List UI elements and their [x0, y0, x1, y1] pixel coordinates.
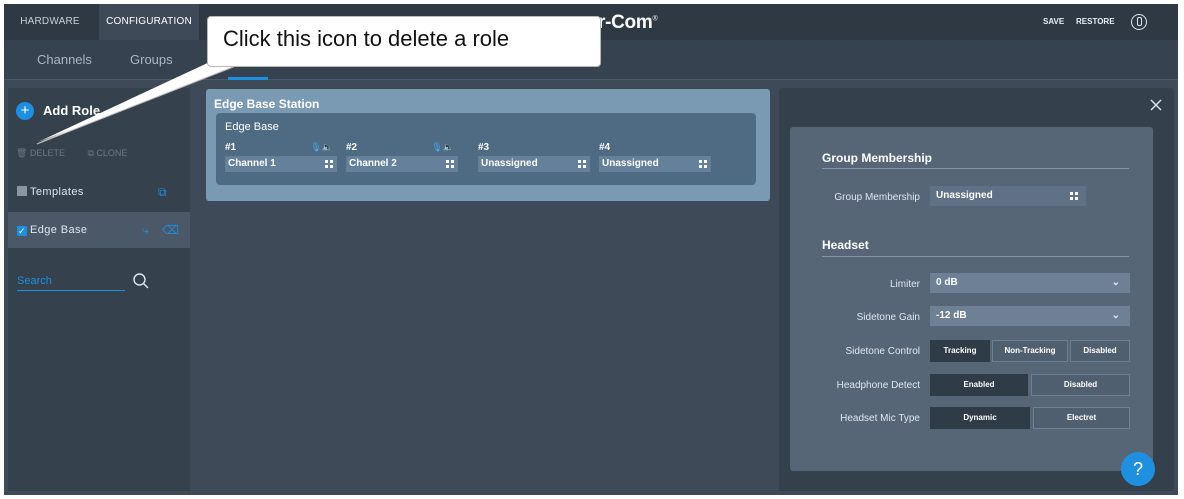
callout-text: Click this icon to delete a role — [223, 26, 510, 51]
callout-pointer — [36, 60, 247, 145]
callout-tooltip: Click this icon to delete a role — [207, 16, 601, 67]
